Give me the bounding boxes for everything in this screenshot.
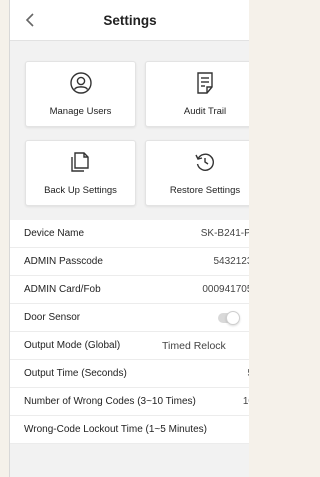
device-name-value: SK-B241-PC — [200, 228, 249, 239]
restore-settings-label: Restore Settings — [169, 185, 241, 196]
output-time-row[interactable]: Output Time (Seconds) 5 — [10, 360, 249, 388]
manage-users-tile[interactable]: Manage Users — [25, 61, 136, 127]
user-circle-icon — [69, 72, 92, 94]
output-time-label: Output Time (Seconds) — [24, 368, 127, 379]
lockout-time-label: Wrong-Code Lockout Time (1~5 Minutes) — [24, 424, 207, 435]
door-sensor-row: Door Sensor — [10, 304, 249, 332]
wrong-codes-row[interactable]: Number of Wrong Codes (3~10 Times) 10 — [10, 388, 249, 416]
device-name-row[interactable]: Device Name SK-B241-PC — [10, 220, 249, 248]
lockout-time-row[interactable]: Wrong-Code Lockout Time (1~5 Minutes) — [10, 416, 249, 444]
page-title: Settings — [103, 13, 157, 28]
admin-passcode-label: ADMIN Passcode — [24, 256, 103, 267]
back-up-settings-tile[interactable]: Back Up Settings — [25, 140, 136, 206]
output-time-value: 5 — [247, 360, 249, 388]
output-mode-value: Timed Relock — [162, 340, 226, 352]
admin-card-row[interactable]: ADMIN Card/Fob 0009417056 — [10, 276, 249, 304]
app-frame: Settings Manage Users Audit Trail Back U… — [0, 0, 249, 477]
output-mode-label: Output Mode (Global) — [24, 340, 121, 351]
toggle-knob — [226, 311, 240, 325]
audit-trail-tile[interactable]: Audit Trail — [145, 61, 249, 127]
admin-passcode-row[interactable]: ADMIN Passcode 54321234 — [10, 248, 249, 276]
wrong-codes-value: 10 — [242, 396, 249, 407]
history-restore-icon — [195, 153, 214, 171]
door-sensor-toggle[interactable] — [218, 311, 240, 325]
admin-card-label: ADMIN Card/Fob — [24, 284, 101, 295]
settings-list: Device Name SK-B241-PC ADMIN Passcode 54… — [10, 220, 249, 444]
audit-trail-label: Audit Trail — [183, 106, 227, 117]
wrong-codes-label: Number of Wrong Codes (3~10 Times) — [24, 396, 196, 407]
header-bar: Settings — [10, 0, 249, 41]
admin-card-value: 0009417056 — [202, 284, 249, 295]
backup-copy-icon — [70, 152, 89, 172]
action-tiles: Manage Users Audit Trail Back Up Setting… — [10, 41, 249, 221]
admin-passcode-value: 54321234 — [213, 256, 250, 267]
manage-users-label: Manage Users — [49, 106, 112, 117]
back-up-settings-label: Back Up Settings — [44, 185, 117, 196]
output-mode-row[interactable]: Output Mode (Global) Timed Relock — [10, 332, 249, 360]
settings-screen: Settings Manage Users Audit Trail Back U… — [9, 0, 249, 477]
device-name-label: Device Name — [24, 228, 85, 239]
document-list-icon — [197, 72, 213, 94]
restore-settings-tile[interactable]: Restore Settings — [145, 140, 249, 206]
door-sensor-label: Door Sensor — [24, 312, 81, 323]
